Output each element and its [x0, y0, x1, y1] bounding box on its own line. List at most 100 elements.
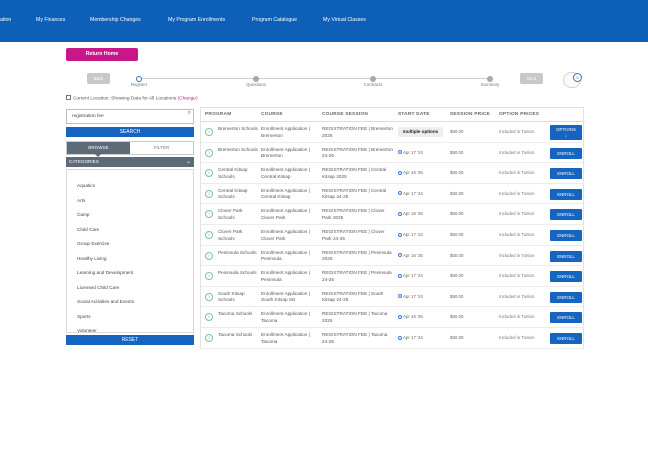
categories-header[interactable]: CATEGORIES ⌄	[66, 157, 194, 167]
course-session-cell: REGISTRATION FEE | Bremerton 2025	[322, 126, 393, 138]
reset-button[interactable]: RESET	[66, 335, 194, 345]
clock-icon	[398, 294, 402, 299]
search-button[interactable]: SEARCH	[66, 127, 194, 137]
info-circle-icon[interactable]: ›	[205, 210, 213, 219]
course-cell: Enrollment Application | Tacoma	[261, 332, 310, 344]
enroll-button[interactable]: ENROLL	[550, 168, 582, 180]
column-header-course-session: COURSE SESSION	[322, 112, 368, 117]
category-item-learning-and-development[interactable]: Learning and Development	[77, 270, 133, 275]
info-circle-icon[interactable]: ›	[205, 272, 213, 281]
enroll-button[interactable]: ENROLL	[550, 147, 582, 159]
clock-icon	[398, 273, 402, 278]
info-circle-icon[interactable]: ›	[205, 231, 213, 239]
clock-icon	[398, 335, 402, 340]
info-circle-icon[interactable]: ›	[205, 292, 213, 301]
course-cell: Enrollment Application | Central Kitsap	[261, 187, 310, 200]
info-circle-icon[interactable]: ›	[205, 334, 213, 342]
course-session-cell: REGISTRATION FEE | Central Kitsap 24-25	[322, 187, 387, 200]
table-row: › Clover Park Schools Enrollment Applicati…	[201, 225, 585, 246]
start-date-text: Apr 17 '24	[403, 232, 423, 237]
start-date: Apr 16 '25	[398, 314, 423, 319]
wizard-step-label-register: Register	[130, 82, 148, 87]
session-price: $50.00	[450, 335, 464, 340]
option-price: Included in Tuition	[499, 252, 535, 258]
start-date-text: Apr 16 '25	[403, 252, 423, 258]
search-icon[interactable]: ⌕	[188, 110, 191, 117]
session-price: $50.00	[450, 314, 464, 320]
category-item-aquatics[interactable]: Aquatics	[77, 183, 95, 188]
option-price: Included in Tuition	[499, 129, 535, 134]
start-date-text: Apr 16 '25	[403, 314, 423, 320]
start-date: Apr 17 '24	[398, 232, 423, 237]
nav-item-my-finances[interactable]: My Finances	[36, 17, 65, 23]
results-table: PROGRAM COURSE COURSE SESSION START DATE…	[200, 107, 585, 349]
nav-item-my-program-enrollments[interactable]: My Program Enrollments	[168, 17, 225, 23]
option-price: Included in Tuition	[499, 149, 535, 155]
course-cell: Enrollment Application | South Kitsap SD	[261, 290, 310, 303]
tab-browse[interactable]: BROWSE	[67, 142, 130, 154]
column-header-option-prices: OPTION PRICES	[499, 112, 540, 117]
nav-item-program-catalogue[interactable]: Program Catalogue	[252, 17, 297, 23]
category-item-licensed-child-care[interactable]: Licensed Child Care	[77, 285, 119, 290]
info-circle-icon[interactable]: ›	[205, 148, 213, 157]
session-price: $50.00	[450, 170, 464, 176]
wizard-step-label-summary: Summary	[480, 82, 500, 87]
enroll-button[interactable]: ENROLL	[550, 188, 582, 200]
category-item-group-exercise[interactable]: Group Exercise	[77, 241, 109, 246]
course-cell: Enrollment Application | Tacoma	[261, 311, 310, 323]
nav-item-membership-changes[interactable]: Membership Changes	[90, 17, 141, 23]
program-cell: Bremerton Schools	[218, 126, 258, 131]
enroll-button[interactable]: ENROLL	[550, 209, 582, 221]
info-circle-icon[interactable]: ›	[205, 189, 213, 198]
wizard-step-dot-contracts	[370, 75, 376, 82]
return-home-button[interactable]: Return Home	[66, 48, 138, 61]
enroll-button[interactable]: ENROLL	[550, 230, 582, 241]
option-price: Included in Tuition	[499, 211, 535, 217]
start-date-text: Apr 17 '24	[403, 149, 423, 155]
course-session-cell: REGISTRATION FEE | Clover Park 2025	[322, 208, 385, 220]
enroll-button[interactable]: ENROLL	[550, 333, 582, 344]
enroll-button[interactable]: ENROLL	[550, 271, 582, 283]
category-item-camp[interactable]: Camp	[77, 212, 90, 217]
clock-icon	[398, 170, 402, 175]
program-cell: Clover Park Schools	[218, 229, 243, 241]
program-cell: South Kitsap Schools	[218, 290, 245, 303]
start-date: Apr 17 '24	[398, 191, 423, 196]
category-item-arts[interactable]: Arts	[77, 198, 85, 203]
info-circle-icon[interactable]: ›	[205, 128, 213, 136]
session-price: $50.00	[450, 211, 464, 217]
table-row: › Central Kitsap Schools Enrollment Applic…	[201, 184, 585, 205]
chevron-down-icon: ⌄	[185, 159, 191, 165]
program-cell: Tacoma Schools	[218, 332, 253, 337]
category-item-volunteer[interactable]: Volunteer	[77, 328, 97, 333]
nav-item-truncated[interactable]: ation	[0, 17, 11, 23]
wizard-next-button[interactable]: Next	[520, 73, 543, 84]
start-date: Apr 17 '24	[398, 150, 423, 155]
wizard-back-button[interactable]: Back	[87, 73, 110, 84]
session-price: $50.00	[450, 273, 464, 279]
tab-filter[interactable]: FILTER	[130, 142, 193, 154]
program-cell: Central Kitsap Schools	[218, 187, 248, 200]
category-item-child-care[interactable]: Child Care	[77, 227, 99, 232]
search-input[interactable]: registration fee	[66, 109, 194, 124]
enroll-button[interactable]: ENROLL	[550, 291, 582, 303]
enroll-button[interactable]: ENROLL	[550, 250, 582, 262]
category-item-sports[interactable]: Sports	[77, 314, 91, 319]
change-location-link[interactable]: (Change)	[178, 97, 198, 102]
nav-item-my-virtual-classes[interactable]: My Virtual Classes	[323, 17, 366, 23]
category-item-healthy-living[interactable]: Healthy Living	[77, 256, 106, 261]
info-circle-icon[interactable]: ›	[205, 251, 213, 260]
column-header-start-date: START DATE	[398, 112, 430, 117]
option-price: Included in Tuition	[499, 190, 535, 196]
start-date: Apr 16 '25	[398, 211, 423, 216]
info-circle-icon[interactable]: ›	[205, 169, 213, 178]
wizard-step-label-contracts: Contracts	[363, 82, 383, 87]
enroll-button[interactable]: ENROLL	[550, 312, 582, 324]
info-circle-icon[interactable]: ›	[205, 313, 213, 322]
session-price: $50.00	[450, 149, 464, 155]
clock-icon	[398, 314, 402, 319]
current-location: Current Location: Showing Data for All L…	[66, 95, 198, 102]
session-price: $50.00	[450, 252, 464, 258]
options-button[interactable]: OPTIONS ↓	[550, 125, 582, 140]
category-item-social-activities-and-events[interactable]: Social Activities and Events	[77, 299, 134, 304]
